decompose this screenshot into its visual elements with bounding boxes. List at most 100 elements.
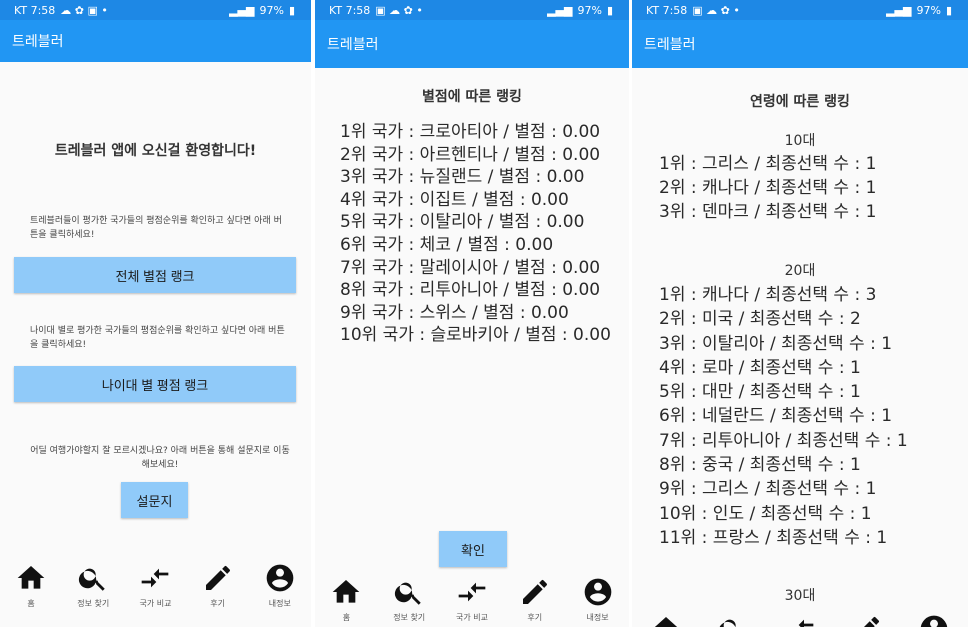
list-item: 1위 : 캐나다 / 최종선택 수 : 3: [659, 285, 877, 305]
nav-review-label: 후기: [210, 599, 226, 608]
compare-arrows-icon: [798, 619, 814, 627]
list-item: 7위 국가 : 말레이시아 / 별점 : 0.00: [340, 257, 601, 278]
age-group-label-20s: 20대: [784, 263, 816, 279]
list-item: 5위 : 대만 / 최종선택 수 : 1: [659, 382, 861, 403]
list-item: 9위 국가 : 스위스 / 별점 : 0.00: [340, 302, 569, 323]
list-item: 5위 국가 : 이탈리아 / 별점 : 0.00: [340, 212, 585, 233]
survey-button[interactable]: 설문지: [121, 482, 188, 518]
list-item: 3위 국가 : 뉴질랜드 / 별점 : 0.00: [340, 167, 585, 188]
battery-icon: ▮: [945, 3, 952, 17]
status-icons: ☁ ✿ ▣ •: [60, 3, 108, 17]
battery-level: 97%: [577, 3, 602, 17]
list-item: 9위 : 그리스 / 최종선택 수 : 1: [659, 479, 877, 500]
age-rank-list-20s: 1위 : 캐나다 / 최종선택 수 : 3 2위 : 미국 / 최종선택 수 :…: [659, 283, 908, 550]
age-group-label-30s: 30대: [784, 588, 816, 604]
compare-arrows-icon: [458, 582, 486, 602]
account-icon: [584, 578, 611, 606]
bottom-navigation: 홈 정보 찾기 국가 비교 후기 내정보: [0, 562, 311, 609]
app-title: 트레블러: [327, 37, 379, 53]
list-item: 8위 국가 : 리투아니아 / 별점 : 0.00: [340, 280, 601, 301]
search-icon: [719, 619, 736, 627]
edit-icon: [522, 579, 547, 604]
nav-home[interactable]: 홈: [316, 576, 376, 623]
home-screen: KT 7:58 ☁ ✿ ▣ • ▂▄▆ 97% ▮ 트레블러 트레블러 앱에 오…: [0, 0, 311, 627]
list-item: 10위 : 인도 / 최종선택 수 : 1: [659, 503, 872, 524]
carrier-time: KT 7:58: [646, 3, 688, 17]
nav-home-label: 홈: [27, 599, 35, 608]
app-bar: 트레블러: [315, 20, 629, 68]
welcome-text: 트레블러 앱에 오신걸 환영합니다!: [54, 143, 257, 159]
carrier-time: KT 7:58: [14, 3, 56, 17]
nav-review-label: 후기: [527, 613, 543, 622]
age-rank-title: 연령에 따른 랭킹: [750, 94, 850, 110]
signal-icon: ▂▄▆: [547, 3, 573, 17]
age-group-label-10s: 10대: [784, 133, 816, 149]
bottom-navigation: 홈 정보 찾기 국가 비교 후기 내정보: [315, 576, 629, 623]
nav-compare[interactable]: 국가 비교: [125, 562, 185, 609]
nav-compare[interactable]: 국가 비교: [442, 576, 502, 623]
nav-profile-label: 내정보: [268, 599, 291, 608]
confirm-button[interactable]: 확인: [439, 531, 507, 567]
nav-review[interactable]: 후기: [188, 562, 248, 609]
compare-arrows-icon: [142, 568, 169, 588]
rating-rank-list: 1위 국가 : 크로아티아 / 별점 : 0.00 2위 국가 : 아르헨티나 …: [340, 121, 611, 347]
nav-search[interactable]: 정보 찾기: [63, 562, 123, 609]
list-item: 8위 : 중국 / 최종선택 수 : 1: [659, 455, 861, 476]
list-item: 1위 국가 : 크로아티아 / 별점 : 0.00: [340, 122, 601, 142]
battery-level: 97%: [259, 3, 284, 17]
age-rank-screen: KT 7:58 ▣ ☁ ✿ • ▂▄▆ 97% ▮ 트레블러 연령에 따른 랭킹…: [632, 0, 968, 627]
battery-icon: ▮: [606, 3, 613, 17]
nav-home-label: 홈: [342, 613, 351, 622]
rating-rank-title: 별점에 따른 랭킹: [422, 89, 522, 105]
app-title: 트레블러: [644, 37, 696, 53]
status-icons: ▣ ☁ ✿ •: [375, 3, 423, 17]
nav-search-label: 정보 찾기: [77, 599, 110, 608]
list-item: 6위 국가 : 체코 / 별점 : 0.00: [340, 234, 554, 255]
nav-review[interactable]: 후기: [505, 576, 565, 623]
list-item: 2위 : 캐나다 / 최종선택 수 : 1: [659, 178, 877, 198]
nav-home[interactable]: [636, 613, 696, 627]
rating-rank-screen: KT 7:58 ▣ ☁ ✿ • ▂▄▆ 97% ▮ 트레블러 별점에 따른 랭킹…: [315, 0, 629, 627]
nav-search-label: 정보 찾기: [393, 613, 426, 622]
age-rating-rank-button[interactable]: 나이대 별 평점 랭크: [14, 366, 296, 402]
list-item: 3위 : 이탈리아 / 최종선택 수 : 1: [659, 333, 893, 354]
carrier-time: KT 7:58: [329, 3, 371, 17]
edit-icon: [205, 565, 230, 590]
nav-home[interactable]: 홈: [1, 562, 61, 609]
nav-compare[interactable]: [770, 613, 830, 627]
nav-profile[interactable]: 내정보: [568, 576, 628, 623]
signal-icon: ▂▄▆: [229, 3, 255, 17]
list-item: 10위 국가 : 슬로바키아 / 별점 : 0.00: [340, 325, 611, 346]
list-item: 1위 : 그리스 / 최종선택 수 : 1: [659, 154, 877, 174]
edit-icon: [864, 616, 880, 627]
nav-compare-label: 국가 비교: [139, 599, 172, 608]
list-item: 3위 : 덴마크 / 최종선택 수 : 1: [659, 202, 877, 222]
age-rank-description: 나이대 별로 평가한 국가들의 평점순위를 확인하고 싶다면 아래 버튼을 클릭…: [30, 326, 285, 350]
overall-rating-rank-button[interactable]: 전체 별점 랭크: [14, 257, 296, 293]
nav-review[interactable]: [837, 613, 897, 627]
nav-profile-label: 내정보: [586, 613, 609, 622]
list-item: 2위 국가 : 아르헨티나 / 별점 : 0.00: [340, 144, 601, 165]
app-bar: 트레블러: [0, 20, 311, 62]
app-title: 트레블러: [12, 34, 64, 50]
account-icon: [921, 615, 948, 627]
search-icon: [395, 582, 421, 605]
search-icon: [79, 568, 106, 591]
nav-search[interactable]: 정보 찾기: [379, 576, 439, 623]
list-item: 11위 : 프랑스 / 최종선택 수 : 1: [659, 527, 888, 548]
signal-icon: ▂▄▆: [886, 3, 912, 17]
list-item: 7위 : 리투아니아 / 최종선택 수 : 1: [659, 430, 908, 451]
status-bar: KT 7:58 ▣ ☁ ✿ • ▂▄▆ 97% ▮: [315, 0, 629, 20]
list-item: 6위 : 네덜란드 / 최종선택 수 : 1: [659, 406, 893, 427]
list-item: 2위 : 미국 / 최종선택 수 : 2: [659, 309, 861, 330]
battery-icon: ▮: [288, 3, 295, 17]
battery-level: 97%: [916, 3, 941, 17]
nav-search[interactable]: [703, 613, 763, 627]
list-item: 4위 국가 : 이집트 / 별점 : 0.00: [340, 189, 569, 210]
home-icon: [333, 580, 360, 603]
survey-description: 어딜 여행가야할지 잘 모르시겠나요? 아래 버튼을 통해 설문지로 이동해보세…: [30, 446, 290, 470]
status-bar: KT 7:58 ☁ ✿ ▣ • ▂▄▆ 97% ▮: [0, 0, 311, 20]
nav-profile[interactable]: 내정보: [250, 562, 310, 609]
nav-profile[interactable]: [904, 613, 964, 627]
overall-rank-description: 트레블러들이 평가한 국가들의 평점순위를 확인하고 싶다면 아래 버튼을 클릭…: [30, 216, 282, 240]
